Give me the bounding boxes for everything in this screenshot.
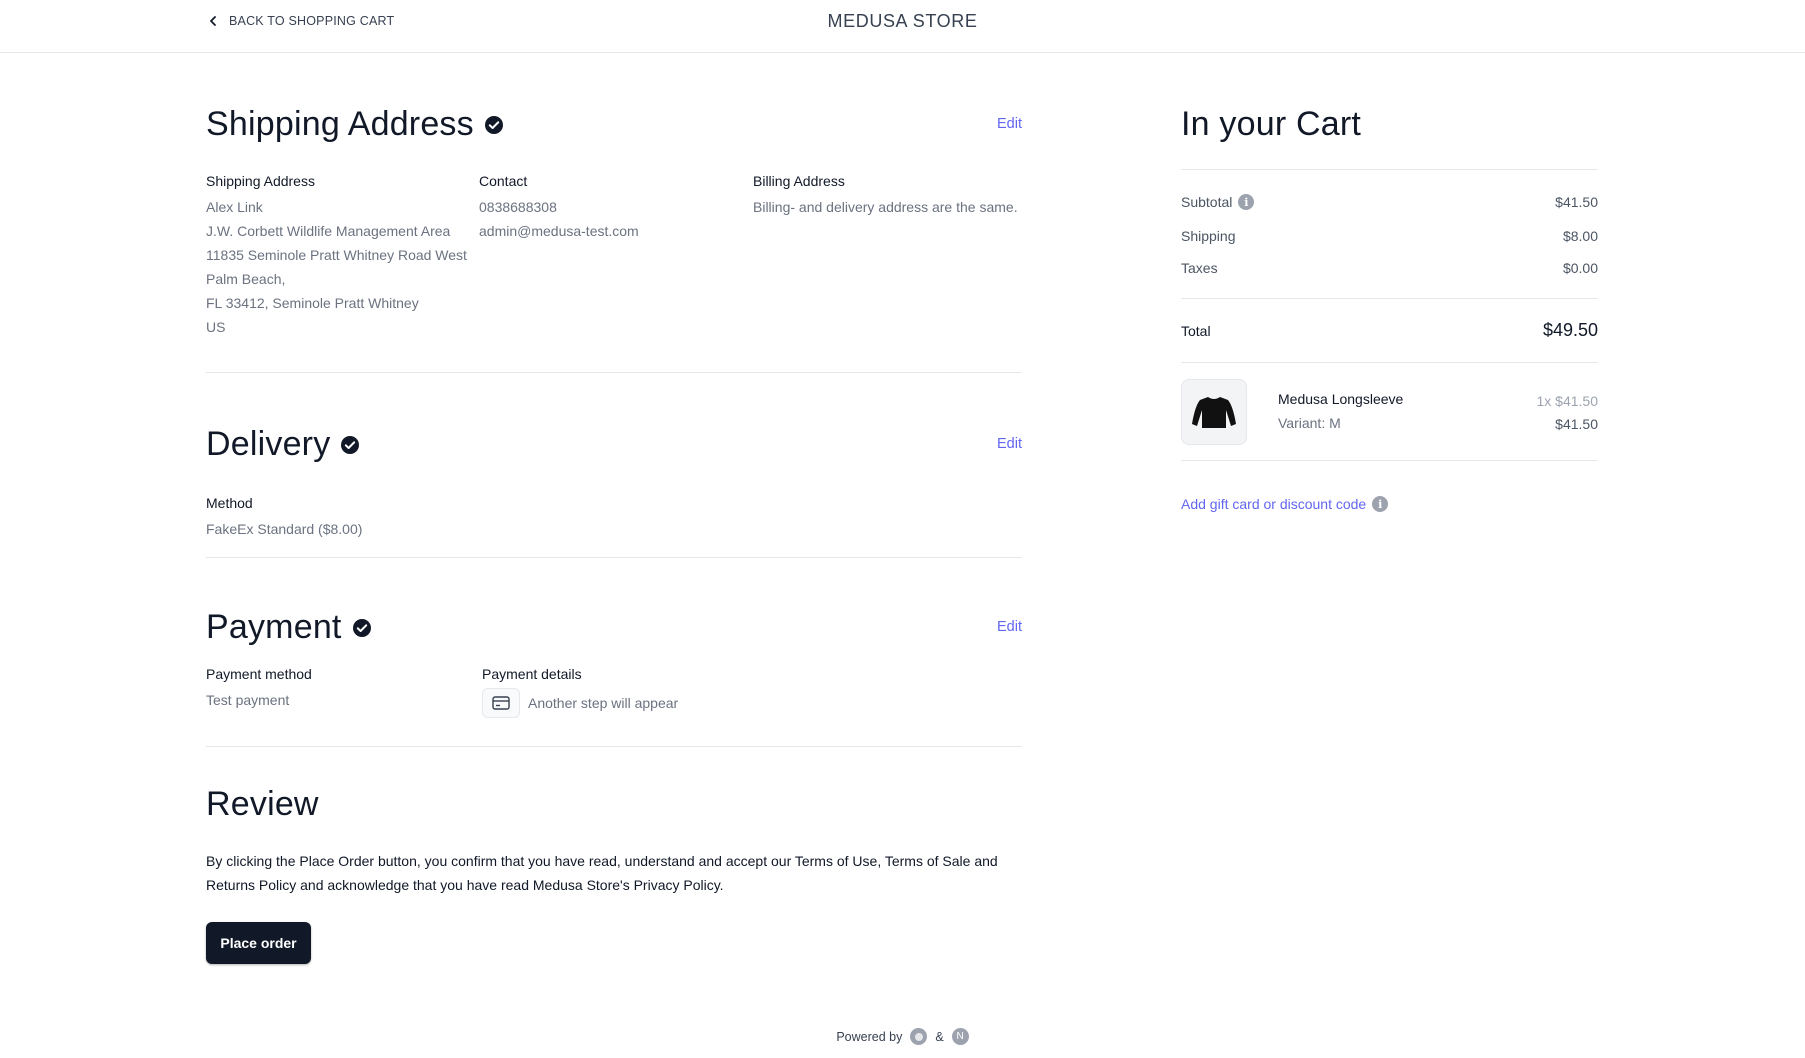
shipping-row: Shipping $8.00	[1181, 228, 1598, 244]
payment-section: Payment Edit Payment method Test payment…	[206, 558, 1022, 747]
subtotal-label: Subtotal	[1181, 194, 1233, 210]
powered-by-label: Powered by	[836, 1029, 903, 1044]
credit-card-icon	[482, 688, 520, 718]
place-order-button[interactable]: Place order	[206, 922, 311, 964]
divider	[1181, 460, 1598, 461]
payment-details-label: Payment details	[482, 666, 582, 682]
payment-method-block: Payment method Test payment	[206, 666, 312, 712]
cart-item: Medusa Longsleeve Variant: M 1x $41.50 $…	[1181, 379, 1598, 445]
nextjs-logo-icon[interactable]: N	[951, 1028, 969, 1045]
longsleeve-shirt-icon	[1192, 397, 1236, 428]
check-circle-icon	[341, 435, 360, 454]
billing-address-label: Billing Address	[753, 173, 845, 189]
payment-method-value: Test payment	[206, 692, 290, 708]
payment-title: Payment	[206, 608, 342, 646]
footer: Powered by & N	[0, 1028, 1805, 1045]
edit-payment-link[interactable]: Edit	[997, 619, 1022, 635]
taxes-value: $0.00	[1562, 260, 1598, 276]
subtotal-value: $41.50	[1555, 194, 1598, 210]
billing-address-text: Billing- and delivery address are the sa…	[753, 199, 1018, 215]
item-total-price: $41.50	[1555, 416, 1598, 432]
delivery-method-value: FakeEx Standard ($8.00)	[206, 521, 363, 537]
payment-details-row: Another step will appear	[482, 688, 678, 718]
review-terms-text: By clicking the Place Order button, you …	[206, 853, 998, 893]
divider	[1181, 169, 1598, 170]
billing-address-block: Billing Address Billing- and delivery ad…	[753, 173, 1018, 219]
edit-shipping-link[interactable]: Edit	[997, 116, 1022, 132]
payment-details-block: Payment details Another step will appear	[482, 666, 678, 718]
delivery-title-row: Delivery	[206, 425, 360, 464]
shipping-address-section: Shipping Address Edit Shipping Address A…	[206, 53, 1022, 373]
subtotal-row: Subtotal i $41.50	[1181, 194, 1598, 210]
gift-card-label: Add gift card or discount code	[1181, 496, 1367, 512]
address-line: Palm Beach,	[206, 271, 286, 287]
ampersand: &	[935, 1029, 944, 1044]
shipping-label: Shipping	[1181, 228, 1236, 244]
total-row: Total $49.50	[1181, 320, 1598, 341]
review-title: Review	[206, 785, 319, 823]
cart-title: In your Cart	[1181, 105, 1362, 143]
address-line: J.W. Corbett Wildlife Management Area	[206, 223, 451, 239]
contact-block: Contact 0838688308 admin@medusa-test.com	[479, 173, 639, 243]
medusa-logo-icon[interactable]	[910, 1028, 928, 1045]
contact-email: admin@medusa-test.com	[479, 223, 639, 239]
check-circle-icon	[484, 115, 503, 134]
contact-phone: 0838688308	[479, 199, 557, 215]
info-icon[interactable]: i	[1238, 194, 1255, 210]
payment-method-label: Payment method	[206, 666, 312, 682]
add-gift-card-link[interactable]: Add gift card or discount code i	[1181, 496, 1389, 512]
shipping-title-row: Shipping Address	[206, 105, 504, 144]
item-variant: Variant: M	[1278, 415, 1341, 431]
delivery-method-label: Method	[206, 495, 253, 511]
top-bar: BACK TO SHOPPING CART MEDUSA STORE	[0, 0, 1805, 53]
taxes-label: Taxes	[1181, 260, 1218, 276]
shipping-title: Shipping Address	[206, 105, 474, 143]
check-circle-icon	[352, 618, 371, 637]
item-name: Medusa Longsleeve	[1278, 391, 1404, 407]
shipping-address-label: Shipping Address	[206, 173, 315, 189]
address-line: Alex Link	[206, 199, 263, 215]
shipping-value: $8.00	[1562, 228, 1598, 244]
payment-details-value: Another step will appear	[528, 695, 679, 711]
total-value: $49.50	[1542, 320, 1598, 340]
address-line: US	[206, 319, 226, 335]
delivery-method-block: Method FakeEx Standard ($8.00)	[206, 495, 362, 541]
product-thumbnail[interactable]	[1181, 379, 1247, 445]
address-line: FL 33412, Seminole Pratt Whitney	[206, 295, 419, 311]
info-icon[interactable]: i	[1372, 496, 1389, 512]
address-line: 11835 Seminole Pratt Whitney Road West	[206, 247, 467, 263]
total-label: Total	[1181, 322, 1211, 339]
item-quantity-price: 1x $41.50	[1536, 393, 1599, 409]
taxes-row: Taxes $0.00	[1181, 260, 1598, 276]
divider	[1181, 362, 1598, 363]
contact-label: Contact	[479, 173, 528, 189]
delivery-title: Delivery	[206, 425, 331, 463]
checkout-steps: Shipping Address Edit Shipping Address A…	[206, 53, 1022, 964]
shipping-address-block: Shipping Address Alex Link J.W. Corbett …	[206, 173, 467, 339]
edit-delivery-link[interactable]: Edit	[997, 436, 1022, 452]
divider	[1181, 298, 1598, 299]
store-logo-title[interactable]: MEDUSA STORE	[0, 11, 1805, 32]
payment-title-row: Payment	[206, 608, 372, 647]
delivery-section: Delivery Edit Method FakeEx Standard ($8…	[206, 373, 1022, 558]
